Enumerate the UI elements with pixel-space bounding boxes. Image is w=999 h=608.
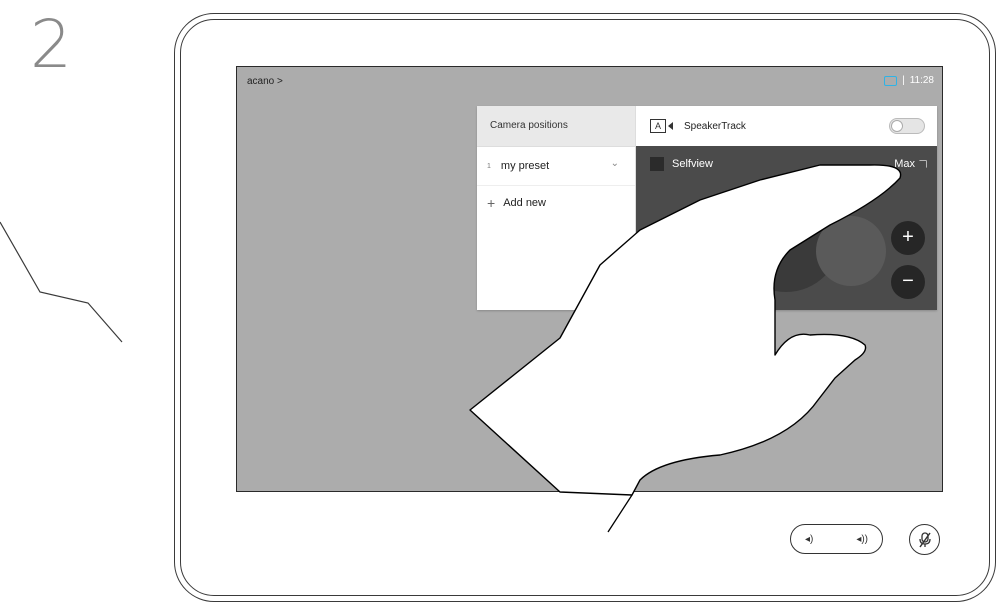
selfview-preview[interactable]: ^ Selfview Max + − <box>636 146 937 310</box>
preset-index: 1 <box>487 162 491 170</box>
selfview-label: Selfview <box>672 158 713 170</box>
chevron-down-icon[interactable]: ⌄ <box>611 158 619 169</box>
plus-icon: + <box>487 195 496 211</box>
expand-icon[interactable] <box>919 160 927 168</box>
pan-up-icon[interactable]: ^ <box>776 186 796 206</box>
camera-icon[interactable] <box>884 75 898 86</box>
camera-view-pane: A SpeakerTrack ^ Selfview Max + − <box>636 106 937 310</box>
preset-name: my preset <box>500 160 550 172</box>
preset-item[interactable]: 1 my preset ⌄ <box>477 147 635 186</box>
camera-control-panel: Camera positions 1 my preset ⌄ + Add new… <box>477 106 937 310</box>
selfview-checkbox[interactable] <box>650 157 664 171</box>
step-number: 2 <box>30 6 72 83</box>
maximize-label[interactable]: Max <box>894 158 915 170</box>
pan-button-right[interactable] <box>816 216 886 286</box>
zoom-out-button[interactable]: − <box>891 265 925 299</box>
volume-up-icon[interactable]: ◂)) <box>856 534 868 545</box>
camera-positions-header: Camera positions <box>477 106 635 147</box>
touch-screen: acano > | 11:28 Camera positions 1 my pr… <box>236 66 943 492</box>
status-bar: | 11:28 <box>884 75 934 86</box>
add-new-preset-button[interactable]: + Add new <box>477 186 635 220</box>
speakertrack-label: SpeakerTrack <box>684 120 746 132</box>
volume-down-icon[interactable]: ◂) <box>805 534 813 545</box>
speakertrack-row[interactable]: A SpeakerTrack <box>636 106 937 146</box>
speakertrack-toggle[interactable] <box>889 118 925 134</box>
zoom-in-button[interactable]: + <box>891 221 925 255</box>
breadcrumb[interactable]: acano > <box>247 76 283 87</box>
status-separator: | <box>902 75 905 86</box>
speakertrack-icon: A <box>650 119 674 134</box>
camera-positions-pane: Camera positions 1 my preset ⌄ + Add new <box>477 106 636 310</box>
volume-control[interactable]: ◂) ◂)) <box>790 524 883 554</box>
add-new-label: Add new <box>503 197 546 209</box>
clock: 11:28 <box>909 75 934 86</box>
microphone-muted-icon[interactable] <box>909 524 940 555</box>
